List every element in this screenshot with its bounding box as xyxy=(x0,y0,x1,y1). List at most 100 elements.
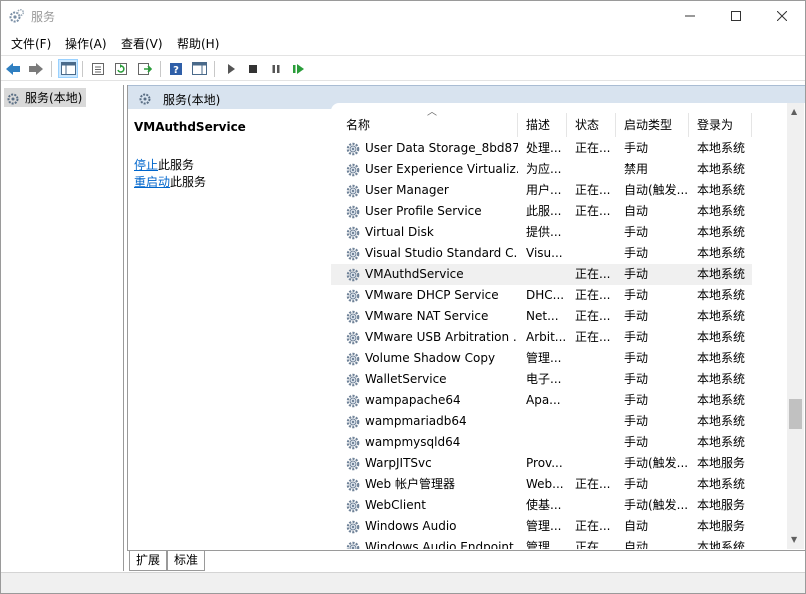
service-row[interactable]: Web 帐户管理器 Web... 正在... 手动 本地系统 xyxy=(331,474,752,495)
service-startup-cell: 手动 xyxy=(624,288,649,302)
scroll-up-icon[interactable]: ▲ xyxy=(791,107,797,116)
service-row[interactable]: Volume Shadow Copy 管理... 手动 本地系统 xyxy=(331,348,752,369)
scroll-down-icon[interactable]: ▼ xyxy=(791,535,797,544)
service-name-cell: wampmysqld64 xyxy=(365,435,461,449)
details-pane: 服务(本地) VMAuthdService 停止此服务 重启动此服务 ︿ 名称 … xyxy=(127,85,805,571)
extended-description-panel: VMAuthdService 停止此服务 重启动此服务 xyxy=(128,109,332,549)
service-status-cell: 正在... xyxy=(575,540,611,549)
tree-item-services-local[interactable]: 服务(本地) xyxy=(4,88,86,107)
properties-button[interactable] xyxy=(88,59,108,78)
service-desc-cell: 用户... xyxy=(526,183,562,197)
service-desc-cell: 提供... xyxy=(526,225,562,239)
service-row[interactable]: VMware DHCP Service DHC... 正在... 手动 本地系统 xyxy=(331,285,752,306)
show-hide-action-pane-button[interactable] xyxy=(189,59,209,78)
service-name-cell: VMAuthdService xyxy=(365,267,464,281)
service-row[interactable]: wampmysqld64 手动 本地系统 xyxy=(331,432,752,453)
stop-service-icon xyxy=(249,64,257,73)
service-startup-cell: 手动 xyxy=(624,309,649,323)
service-desc-cell: Prov... xyxy=(526,456,563,470)
service-status-cell xyxy=(575,161,615,178)
service-row[interactable]: Virtual Disk 提供... 手动 本地系统 xyxy=(331,222,752,243)
show-hide-action-pane-icon xyxy=(191,62,207,75)
back-icon xyxy=(6,62,20,75)
back-button[interactable] xyxy=(3,59,23,78)
stop-service-link[interactable]: 停止 xyxy=(134,158,158,172)
service-name-cell: User Manager xyxy=(365,183,449,197)
service-gear-icon xyxy=(345,141,361,157)
details-header-title: 服务(本地) xyxy=(163,93,221,107)
maximize-button[interactable] xyxy=(713,1,759,31)
column-header-description[interactable]: 描述 xyxy=(518,113,567,137)
service-logon-cell: 本地系统 xyxy=(697,435,746,449)
service-row[interactable]: WarpJITSvc Prov... 手动(触发... 本地服务 xyxy=(331,453,752,474)
service-desc-cell xyxy=(526,434,566,451)
service-status-cell xyxy=(575,224,615,241)
menu-help[interactable]: 帮助(H) xyxy=(177,35,219,52)
service-startup-cell: 自动 xyxy=(624,540,649,549)
service-logon-cell: 本地系统 xyxy=(697,288,746,302)
show-hide-console-tree-button[interactable] xyxy=(58,59,78,78)
service-desc-cell: DHC... xyxy=(526,288,565,302)
start-service-button[interactable] xyxy=(221,59,241,78)
service-row[interactable]: User Profile Service 此服... 正在... 自动 本地系统 xyxy=(331,201,752,222)
list-header: ︿ 名称 描述 状态 启动类型 登录为 xyxy=(331,107,805,137)
tab-extended[interactable]: 扩展 xyxy=(129,551,168,571)
status-bar xyxy=(1,572,805,593)
service-row[interactable]: User Data Storage_8bd87 处理... 正在... 手动 本地系统 xyxy=(331,138,752,159)
minimize-icon xyxy=(685,15,695,17)
services-list: ︿ 名称 描述 状态 启动类型 登录为 User Data Storage_8b… xyxy=(331,103,805,549)
service-row[interactable]: VMware USB Arbitration ... Arbit... 正在... 手… xyxy=(331,327,752,348)
forward-button[interactable] xyxy=(26,59,46,78)
service-gear-icon xyxy=(345,162,361,178)
refresh-button[interactable] xyxy=(111,59,131,78)
service-row[interactable]: Windows Audio 管理... 正在... 自动 本地服务 xyxy=(331,516,752,537)
stop-service-button[interactable] xyxy=(243,59,263,78)
service-logon-cell: 本地系统 xyxy=(697,141,746,155)
tab-standard[interactable]: 标准 xyxy=(167,551,206,571)
service-name-cell: WarpJITSvc xyxy=(365,456,432,470)
restart-service-button[interactable] xyxy=(289,59,309,78)
properties-icon xyxy=(92,62,104,75)
svg-text:?: ? xyxy=(173,65,179,76)
service-startup-cell: 手动(触发... xyxy=(624,456,688,470)
restart-service-link[interactable]: 重启动 xyxy=(134,175,170,189)
service-row[interactable]: WebClient 使基... 手动(触发... 本地服务 xyxy=(331,495,752,516)
export-list-button[interactable] xyxy=(135,59,155,78)
service-row[interactable]: wampapache64 Apa... 手动 本地系统 xyxy=(331,390,752,411)
column-header-startup-type[interactable]: 启动类型 xyxy=(616,113,689,137)
service-row[interactable]: Windows Audio Endpoint ... 管理... 正在... 自动 本地… xyxy=(331,537,752,549)
service-gear-icon xyxy=(345,204,361,220)
service-desc-cell: 使基... xyxy=(526,498,562,512)
column-header-name[interactable]: 名称 xyxy=(338,113,518,137)
service-gear-icon xyxy=(345,225,361,241)
pause-service-button[interactable] xyxy=(266,59,286,78)
service-gear-icon xyxy=(345,351,361,367)
service-row[interactable]: VMware NAT Service Net... 正在... 手动 本地系统 xyxy=(331,306,752,327)
help-button[interactable]: ? xyxy=(166,59,186,78)
service-row[interactable]: User Experience Virtualiz... 为应... 禁用 本地系统 xyxy=(331,159,752,180)
vertical-scrollbar[interactable]: ▲ ▼ xyxy=(787,103,804,549)
menu-view[interactable]: 查看(V) xyxy=(121,35,163,52)
service-startup-cell: 手动(触发... xyxy=(624,498,688,512)
service-startup-cell: 手动 xyxy=(624,330,649,344)
service-logon-cell: 本地系统 xyxy=(697,477,746,491)
service-row[interactable]: VMAuthdService 正在... 手动 本地系统 xyxy=(331,264,752,285)
menu-action[interactable]: 操作(A) xyxy=(65,35,107,52)
service-logon-cell: 本地系统 xyxy=(697,540,746,549)
scrollbar-thumb[interactable] xyxy=(789,399,802,429)
service-status-cell: 正在... xyxy=(575,519,611,533)
menu-file[interactable]: 文件(F) xyxy=(11,35,51,52)
service-desc-cell: Net... xyxy=(526,309,559,323)
service-row[interactable]: WalletService 电子... 手动 本地系统 xyxy=(331,369,752,390)
service-row[interactable]: wampmariadb64 手动 本地系统 xyxy=(331,411,752,432)
minimize-button[interactable] xyxy=(667,1,713,31)
service-gear-icon xyxy=(345,540,361,549)
service-gear-icon xyxy=(345,183,361,199)
column-header-status[interactable]: 状态 xyxy=(567,113,616,137)
service-gear-icon xyxy=(345,393,361,409)
column-header-logon-as[interactable]: 登录为 xyxy=(689,113,752,137)
service-row[interactable]: Visual Studio Standard C... Visu... 手动 本地系统 xyxy=(331,243,752,264)
close-button[interactable] xyxy=(759,1,805,31)
service-row[interactable]: User Manager 用户... 正在... 自动(触发... 本地系统 xyxy=(331,180,752,201)
service-name-cell: Visual Studio Standard C... xyxy=(365,246,518,260)
